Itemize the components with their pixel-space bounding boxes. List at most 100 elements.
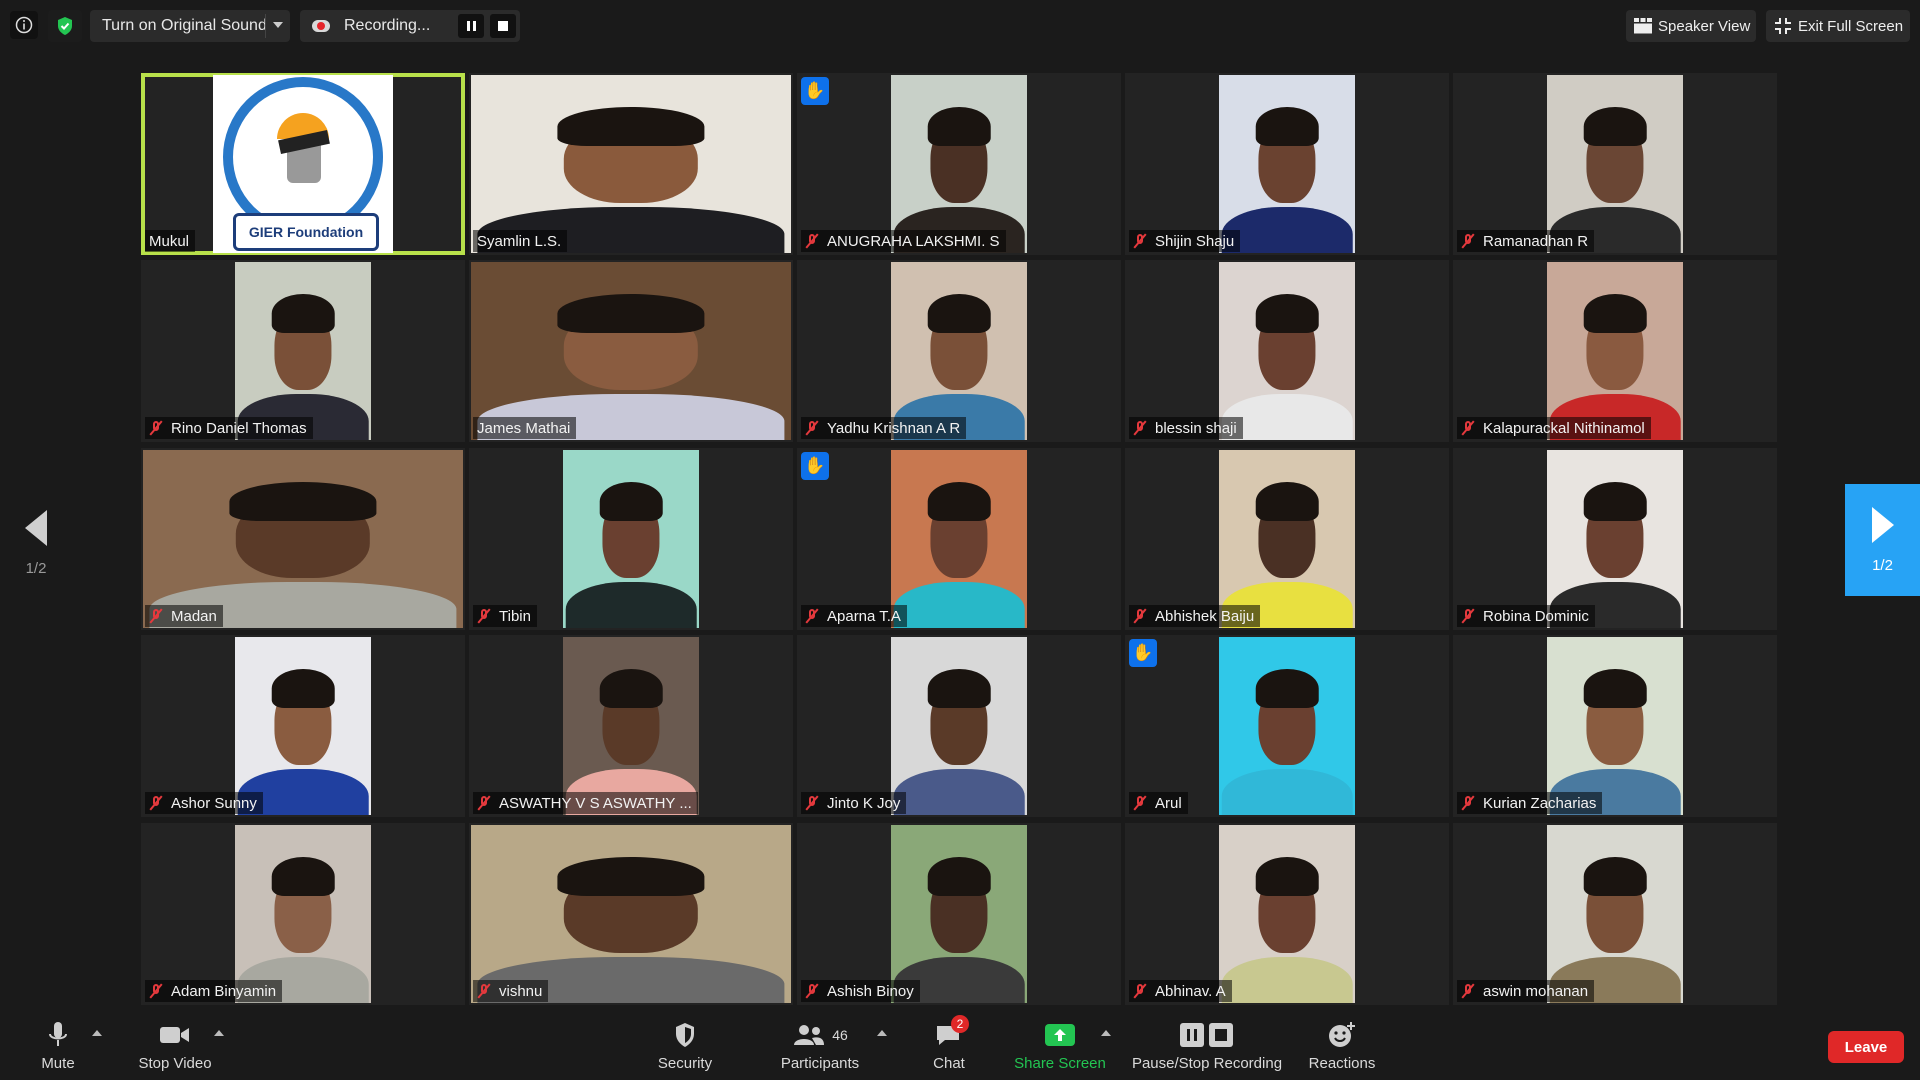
participant-name-label: Shijin Shaju bbox=[1129, 230, 1241, 252]
participant-tile[interactable]: Kurian Zacharias bbox=[1453, 635, 1777, 817]
participant-tile[interactable]: ASWATHY V S ASWATHY ... bbox=[469, 635, 793, 817]
video-camera-icon bbox=[160, 1027, 189, 1043]
participant-tile[interactable]: Rino Daniel Thomas bbox=[141, 260, 465, 442]
chat-button[interactable]: 2 Chat bbox=[922, 1015, 976, 1078]
participant-name-label: aswin mohanan bbox=[1457, 980, 1595, 1002]
muted-microphone-icon bbox=[477, 795, 491, 811]
muted-microphone-icon bbox=[477, 608, 491, 624]
participant-tile[interactable]: blessin shaji bbox=[1125, 260, 1449, 442]
muted-microphone-icon bbox=[1461, 420, 1475, 436]
participant-name: ASWATHY V S ASWATHY ... bbox=[499, 794, 692, 812]
participant-name-label: Yadhu Krishnan A R bbox=[801, 417, 967, 439]
raised-hand-icon: ✋ bbox=[1129, 639, 1157, 667]
participant-video bbox=[471, 825, 791, 1003]
exit-full-screen-button[interactable]: Exit Full Screen bbox=[1766, 10, 1910, 42]
participant-tile[interactable]: Tibin bbox=[469, 448, 793, 630]
security-button[interactable]: Security bbox=[650, 1016, 720, 1078]
participant-name-label: ANUGRAHA LAKSHMI. S bbox=[801, 230, 1006, 252]
participant-tile[interactable]: Kalapurackal Nithinamol bbox=[1453, 260, 1777, 442]
share-screen-button[interactable]: Share Screen bbox=[1010, 1016, 1110, 1078]
participants-button[interactable]: 46 Participants bbox=[770, 1016, 870, 1078]
participant-video bbox=[1219, 450, 1355, 628]
participant-name-label: Ashor Sunny bbox=[145, 792, 263, 814]
meeting-info-button[interactable] bbox=[10, 11, 38, 39]
participant-tile[interactable]: Adam Binyamin bbox=[141, 823, 465, 1005]
participant-name: Ramanadhan R bbox=[1483, 232, 1589, 250]
participant-name: Kurian Zacharias bbox=[1483, 794, 1597, 812]
raised-hand-icon: ✋ bbox=[801, 77, 829, 105]
participant-tile[interactable]: Abhinav. A bbox=[1125, 823, 1449, 1005]
muted-microphone-icon bbox=[1133, 233, 1147, 249]
participant-video bbox=[891, 637, 1027, 815]
participant-video bbox=[563, 637, 699, 815]
chat-label: Chat bbox=[933, 1055, 965, 1072]
participant-tile[interactable]: Abhishek Baiju bbox=[1125, 448, 1449, 630]
speaker-view-icon bbox=[1634, 18, 1652, 34]
muted-microphone-icon bbox=[1133, 608, 1147, 624]
muted-microphone-icon bbox=[1461, 983, 1475, 999]
previous-page-button[interactable]: 1/2 bbox=[0, 488, 72, 598]
participant-tile[interactable]: James Mathai bbox=[469, 260, 793, 442]
participant-tile[interactable]: ✋ Arul bbox=[1125, 635, 1449, 817]
participant-tile[interactable]: Madan bbox=[141, 448, 465, 630]
reactions-label: Reactions bbox=[1308, 1055, 1376, 1072]
pause-recording-button[interactable] bbox=[458, 14, 484, 38]
participant-name-label: Jinto K Joy bbox=[801, 792, 907, 814]
encryption-shield-button[interactable] bbox=[48, 10, 82, 42]
participant-name-label: Ramanadhan R bbox=[1457, 230, 1595, 252]
participant-name-label: Arul bbox=[1129, 792, 1188, 814]
pause-stop-icon bbox=[1180, 1023, 1233, 1047]
muted-microphone-icon bbox=[1461, 233, 1475, 249]
next-page-button[interactable]: 1/2 bbox=[1845, 484, 1920, 596]
speaker-view-button[interactable]: Speaker View bbox=[1626, 10, 1756, 42]
mute-button[interactable]: Mute bbox=[30, 1016, 86, 1078]
original-sound-button[interactable]: Turn on Original Sound bbox=[90, 10, 290, 42]
gier-foundation-logo: GIER Foundation bbox=[213, 75, 393, 253]
participant-tile[interactable]: Ashor Sunny bbox=[141, 635, 465, 817]
stop-recording-button[interactable] bbox=[490, 14, 516, 38]
muted-microphone-icon bbox=[1133, 420, 1147, 436]
pause-icon bbox=[466, 21, 476, 31]
page-indicator-left: 1/2 bbox=[25, 559, 47, 577]
participant-tile[interactable]: Robina Dominic bbox=[1453, 448, 1777, 630]
participant-name-label: Adam Binyamin bbox=[145, 980, 283, 1002]
participant-name-label: blessin shaji bbox=[1129, 417, 1243, 439]
pause-stop-recording-button[interactable]: Pause/Stop Recording bbox=[1130, 1016, 1284, 1078]
participant-tile[interactable]: Jinto K Joy bbox=[797, 635, 1121, 817]
chevron-down-icon[interactable] bbox=[273, 22, 283, 28]
participant-tile[interactable]: Ashish Binoy bbox=[797, 823, 1121, 1005]
participant-tile[interactable]: ✋ ANUGRAHA LAKSHMI. S bbox=[797, 73, 1121, 255]
participant-tile[interactable]: vishnu bbox=[469, 823, 793, 1005]
share-screen-label: Share Screen bbox=[1014, 1055, 1106, 1072]
gallery-grid: GIER Foundation Mukul Syamlin L.S. ✋ ANUGRAH… bbox=[141, 73, 1779, 1008]
meeting-toolbar: Mute Stop Video Security 46 Participants… bbox=[0, 1012, 1920, 1080]
shield-icon bbox=[676, 1023, 694, 1047]
participant-video bbox=[1547, 262, 1683, 440]
share-options-caret[interactable] bbox=[1101, 1030, 1111, 1036]
participant-tile[interactable]: aswin mohanan bbox=[1453, 823, 1777, 1005]
participant-tile[interactable]: Ramanadhan R bbox=[1453, 73, 1777, 255]
participant-tile[interactable]: GIER Foundation Mukul bbox=[141, 73, 465, 255]
participant-name-label: Abhinav. A bbox=[1129, 980, 1232, 1002]
arrow-left-icon bbox=[25, 509, 47, 546]
cloud-recording-icon bbox=[312, 19, 330, 33]
audio-options-caret[interactable] bbox=[92, 1030, 102, 1036]
video-options-caret[interactable] bbox=[214, 1030, 224, 1036]
participant-tile[interactable]: ✋ Aparna T.A bbox=[797, 448, 1121, 630]
leave-meeting-button[interactable]: Leave bbox=[1828, 1031, 1904, 1063]
participant-video bbox=[1219, 637, 1355, 815]
participant-name-label: Syamlin L.S. bbox=[473, 230, 568, 252]
participant-tile[interactable]: Shijin Shaju bbox=[1125, 73, 1449, 255]
participant-name: aswin mohanan bbox=[1483, 982, 1589, 1000]
participant-tile[interactable]: Syamlin L.S. bbox=[469, 73, 793, 255]
muted-microphone-icon bbox=[149, 983, 163, 999]
participant-video bbox=[891, 262, 1027, 440]
reactions-button[interactable]: Reactions bbox=[1300, 1016, 1384, 1078]
stop-video-button[interactable]: Stop Video bbox=[130, 1016, 220, 1078]
muted-microphone-icon bbox=[805, 608, 819, 624]
raised-hand-icon: ✋ bbox=[801, 452, 829, 480]
participant-video bbox=[1219, 825, 1355, 1003]
shield-check-icon bbox=[58, 17, 72, 35]
participant-tile[interactable]: Yadhu Krishnan A R bbox=[797, 260, 1121, 442]
participants-options-caret[interactable] bbox=[877, 1030, 887, 1036]
